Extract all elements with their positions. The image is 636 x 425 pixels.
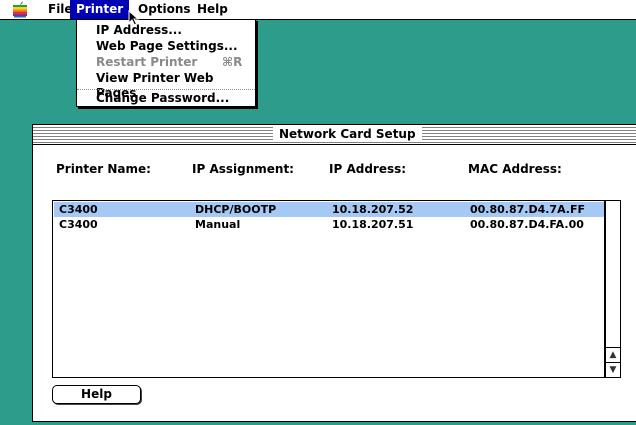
menu-item-change-password[interactable]: Change Password... <box>96 91 229 106</box>
scroll-up-arrow-icon[interactable]: ▲ <box>606 347 620 362</box>
menu-printer[interactable]: Printer <box>70 0 130 19</box>
menu-options[interactable]: Options <box>132 0 197 19</box>
shortcut-label: ⌘R <box>222 55 243 69</box>
printer-menu-dropdown: IP Address... Web Page Settings... Resta… <box>76 19 256 107</box>
window-title-bar[interactable]: Network Card Setup <box>33 125 636 145</box>
cell-printer-name: C3400 <box>59 203 98 216</box>
column-header-ip-address: IP Address: <box>329 162 407 176</box>
menu-item-restart-printer: Restart Printer ⌘R <box>96 55 246 70</box>
cell-ip-assignment: DHCP/BOOTP <box>195 203 277 216</box>
column-header-mac-address: MAC Address: <box>468 162 562 176</box>
cell-ip-address: 10.18.207.51 <box>332 218 414 231</box>
cell-mac-address: 00.80.87.D4.7A.FF <box>470 203 586 216</box>
scroll-down-arrow-icon[interactable]: ▼ <box>606 362 620 377</box>
cell-mac-address: 00.80.87.D4.FA.00 <box>470 218 584 231</box>
column-header-printer-name: Printer Name: <box>56 162 151 176</box>
menu-bar: File Printer Options Help <box>0 0 636 20</box>
menu-separator <box>77 89 255 90</box>
menu-item-view-printer-web-pages[interactable]: View Printer Web Pages <box>96 71 255 100</box>
menu-item-web-page-settings[interactable]: Web Page Settings... <box>96 39 238 54</box>
menu-help[interactable]: Help <box>191 0 234 19</box>
cell-ip-address: 10.18.207.52 <box>332 203 414 216</box>
cell-printer-name: C3400 <box>59 218 98 231</box>
apple-logo-icon[interactable] <box>12 1 28 18</box>
menu-item-label: Restart Printer <box>96 55 198 69</box>
printer-list[interactable]: C3400 DHCP/BOOTP 10.18.207.52 00.80.87.D… <box>52 200 605 378</box>
window-title: Network Card Setup <box>273 126 422 142</box>
table-row[interactable]: C3400 Manual 10.18.207.51 00.80.87.D4.FA… <box>54 217 604 232</box>
list-scrollbar[interactable]: ▲ ▼ <box>605 200 621 378</box>
column-header-ip-assignment: IP Assignment: <box>192 162 294 176</box>
table-row[interactable]: C3400 DHCP/BOOTP 10.18.207.52 00.80.87.D… <box>54 202 604 217</box>
help-button[interactable]: Help <box>52 385 141 404</box>
network-card-setup-window: Network Card Setup Printer Name: IP Assi… <box>32 124 636 422</box>
cell-ip-assignment: Manual <box>195 218 241 231</box>
mouse-pointer-icon <box>128 10 140 26</box>
